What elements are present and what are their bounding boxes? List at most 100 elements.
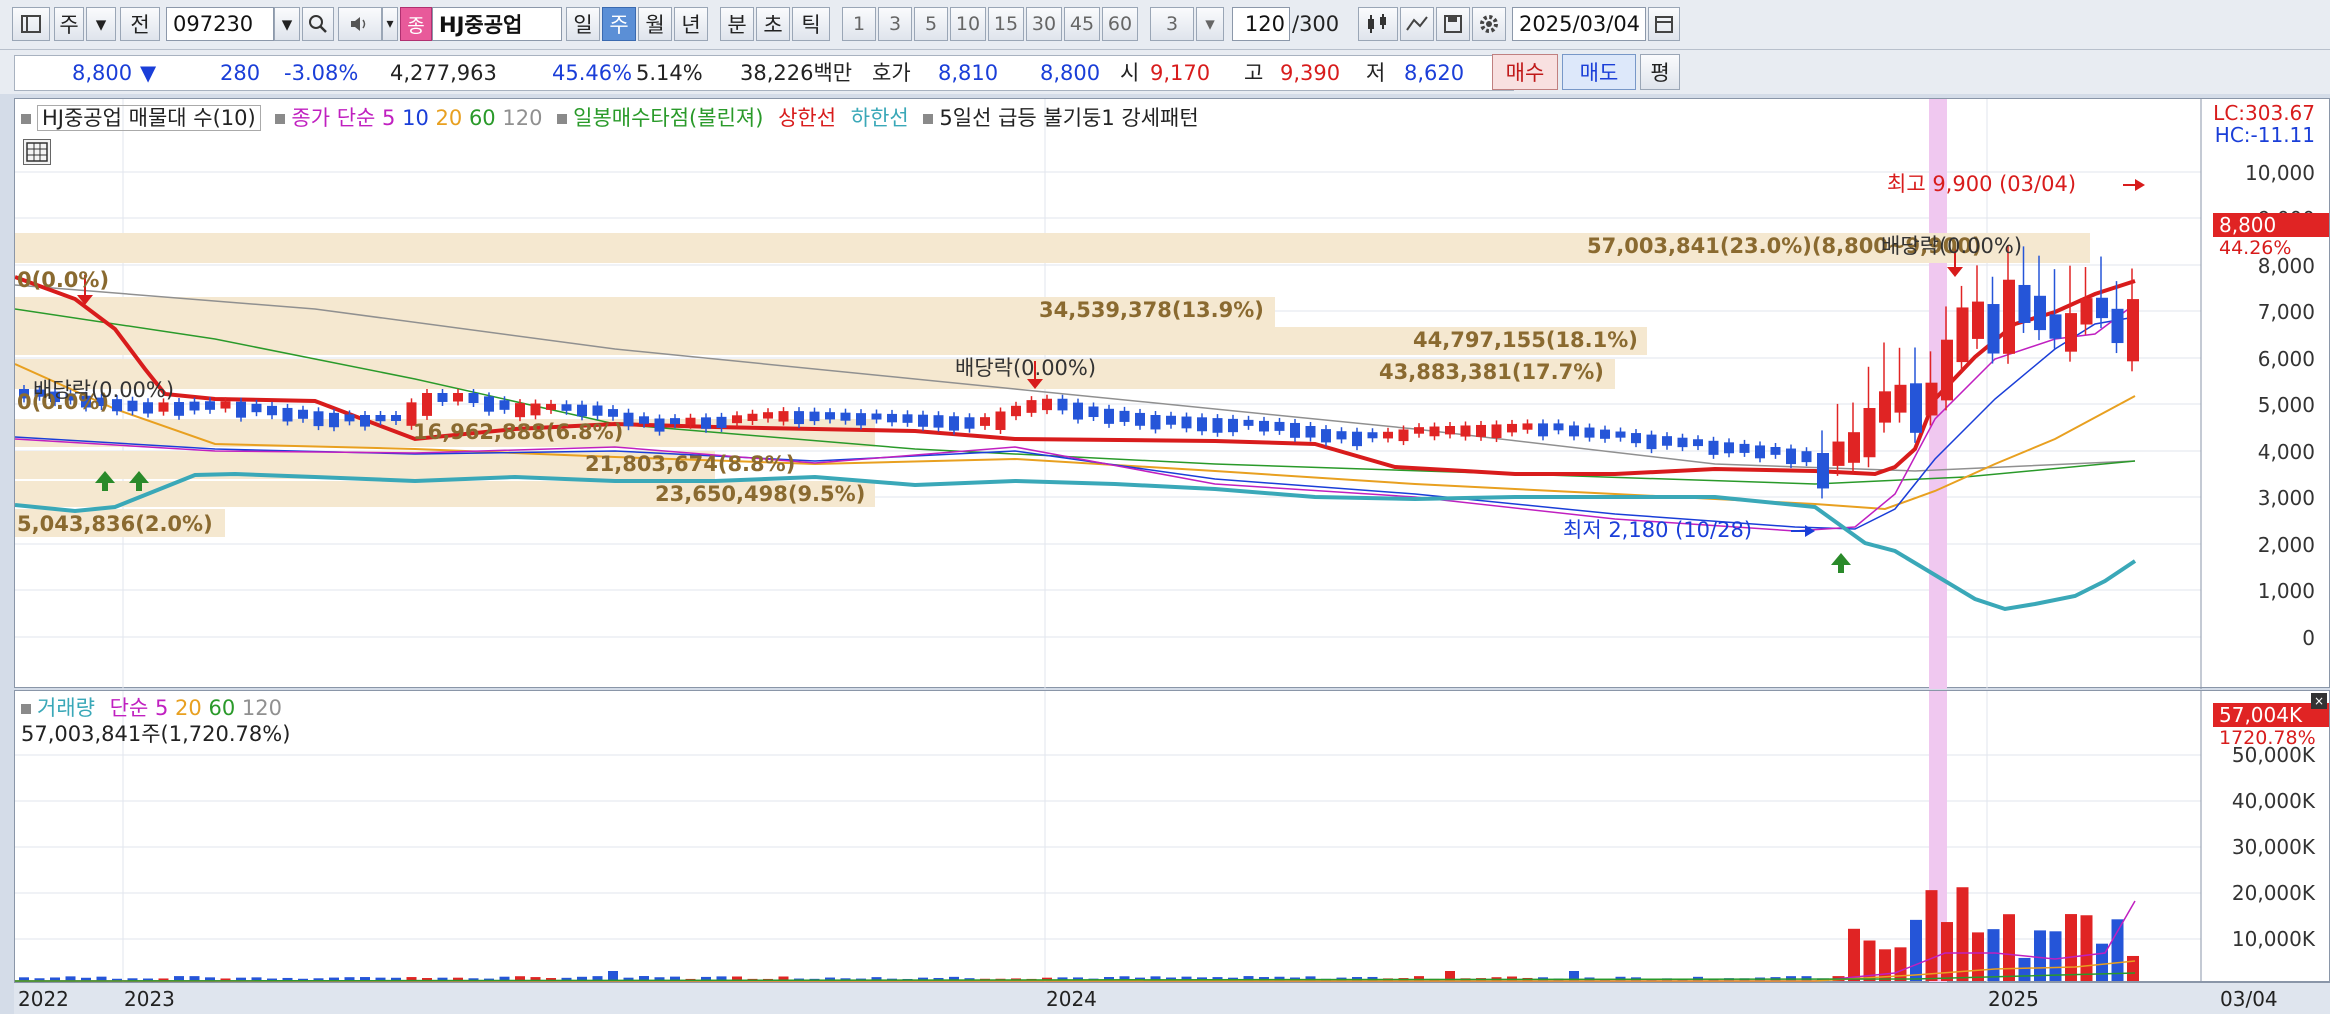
period-year-button[interactable]: 년 xyxy=(674,7,708,41)
gear-icon[interactable] xyxy=(1472,7,1506,41)
volume-chart-panel[interactable]: 거래량 단순 5 20 60 120 57,003,841주(1,720.78%… xyxy=(14,690,2330,983)
ma5-legend[interactable]: 5 xyxy=(382,106,395,130)
period-month-button[interactable]: 월 xyxy=(638,7,672,41)
candle-body xyxy=(871,413,882,420)
x-axis-label: 03/04 xyxy=(2220,987,2278,1011)
candle-body xyxy=(1786,448,1796,465)
volume-ma-label[interactable]: 단순 xyxy=(110,696,149,720)
profile-label: 23,650,498(9.5%) xyxy=(655,482,866,506)
buy-button[interactable]: 매수 xyxy=(1492,54,1558,90)
zero-label: 0(0.0%) xyxy=(17,268,110,292)
candle-body xyxy=(158,402,169,412)
pattern-legend[interactable]: 5일선 급등 불기둥1 강세패턴 xyxy=(939,106,1198,130)
candle-body xyxy=(1321,429,1331,443)
candle-body xyxy=(1584,427,1595,438)
close-icon[interactable]: × xyxy=(2311,693,2327,709)
interval-15-button[interactable]: 15 xyxy=(988,7,1024,41)
volume-ma120-legend[interactable]: 120 xyxy=(242,696,282,720)
candle-body xyxy=(1290,422,1300,438)
volume-chart-canvas[interactable] xyxy=(15,691,2330,983)
period-day-button[interactable]: 일 xyxy=(566,7,600,41)
lower-band-legend[interactable]: 하한선 xyxy=(851,106,909,130)
stock-code-input[interactable]: 097230 xyxy=(166,7,274,41)
chart-layout-icon[interactable] xyxy=(12,7,50,41)
ma120-legend[interactable]: 120 xyxy=(502,106,542,130)
ma-legend-label[interactable]: 종가 단순 xyxy=(291,106,375,130)
save-icon[interactable] xyxy=(1436,7,1470,41)
volume-ma60-legend[interactable]: 60 xyxy=(208,696,235,720)
volume-bar xyxy=(2034,930,2046,981)
candle-body xyxy=(267,405,277,416)
candle-body xyxy=(933,415,944,428)
candle-body xyxy=(422,393,432,416)
candle-body xyxy=(1414,427,1424,434)
upper-band-legend[interactable]: 상한선 xyxy=(778,106,836,130)
volume-title[interactable]: 거래량 xyxy=(37,696,95,720)
interval-10-button[interactable]: 10 xyxy=(950,7,986,41)
trend-tool-icon[interactable] xyxy=(1400,7,1434,41)
candle-body xyxy=(344,414,355,422)
interval-5-button[interactable]: 5 xyxy=(914,7,948,41)
period-week-button[interactable]: 주 xyxy=(602,7,636,41)
period-second-button[interactable]: 초 xyxy=(756,7,790,41)
chart-mode-label[interactable]: 주 xyxy=(54,7,84,41)
interval-45-button[interactable]: 45 xyxy=(1064,7,1100,41)
bollinger-legend[interactable]: 일봉매수타점(볼린져) xyxy=(573,106,763,130)
candle-body xyxy=(1677,437,1688,448)
candle-body xyxy=(825,412,835,420)
ma20-legend[interactable]: 20 xyxy=(436,106,463,130)
sell-button[interactable]: 매도 xyxy=(1562,54,1636,90)
volume-ma20-legend[interactable]: 20 xyxy=(175,696,202,720)
candle-body xyxy=(143,402,153,414)
interval-value-field[interactable]: 3 xyxy=(1150,7,1194,41)
price-chart-panel[interactable]: HJ중공업 매물대 수(10) 종가 단순 5 10 20 60 120 일봉매… xyxy=(14,98,2330,689)
price-axis-label: 5,000 xyxy=(2257,393,2315,417)
profile-bar xyxy=(15,327,1647,355)
mode-dropdown-icon[interactable]: ▾ xyxy=(86,7,116,41)
candle-body xyxy=(794,411,804,425)
candle-body xyxy=(1057,398,1068,411)
candle-body xyxy=(809,411,820,422)
volume-value: 4,277,963 xyxy=(390,61,497,85)
candle-body xyxy=(577,404,587,417)
volume-bar xyxy=(2049,931,2062,981)
bar-count-total: /300 xyxy=(1292,12,1340,36)
candle-body xyxy=(1693,439,1703,447)
calendar-icon[interactable] xyxy=(1648,7,1680,41)
speaker-icon[interactable] xyxy=(338,7,382,41)
stock-type-badge: 종 xyxy=(400,7,432,41)
evaluate-button[interactable]: 평 xyxy=(1640,54,1680,90)
period-minute-button[interactable]: 분 xyxy=(720,7,754,41)
bar-count-input[interactable]: 120 xyxy=(1232,7,1290,41)
interval-60-button[interactable]: 60 xyxy=(1102,7,1138,41)
chart-type-icon[interactable] xyxy=(1358,7,1398,41)
period-tick-button[interactable]: 틱 xyxy=(792,7,830,41)
interval-dropdown-icon[interactable]: ▾ xyxy=(1196,7,1224,41)
candle-body xyxy=(1755,445,1765,459)
candle-body xyxy=(1383,431,1393,439)
hc-label: HC:-11.11 xyxy=(2214,123,2315,147)
stock-name-field[interactable]: HJ중공업 xyxy=(432,7,562,41)
interval-3-button[interactable]: 3 xyxy=(878,7,912,41)
price-axis-label: 1,000 xyxy=(2257,579,2315,603)
profile-label: 16,962,888(6.8%) xyxy=(413,420,624,444)
interval-1-button[interactable]: 1 xyxy=(842,7,876,41)
volume-ma5-legend[interactable]: 5 xyxy=(155,696,168,720)
candle-body xyxy=(1832,441,1845,466)
search-icon[interactable] xyxy=(302,7,334,41)
candle-body xyxy=(1724,442,1734,454)
code-dropdown-icon[interactable]: ▾ xyxy=(274,7,300,41)
price-legend: HJ중공업 매물대 수(10) 종가 단순 5 10 20 60 120 일봉매… xyxy=(21,105,1199,131)
prev-button[interactable]: 전 xyxy=(120,7,160,41)
table-toggle-icon[interactable] xyxy=(23,139,51,165)
candle-body xyxy=(732,415,742,424)
candle-body xyxy=(1429,426,1440,437)
interval-30-button[interactable]: 30 xyxy=(1026,7,1062,41)
date-input[interactable]: 2025/03/04 xyxy=(1512,7,1646,41)
ma10-legend[interactable]: 10 xyxy=(402,106,429,130)
speaker-dropdown-icon[interactable]: ▾ xyxy=(382,7,398,41)
ma60-legend[interactable]: 60 xyxy=(469,106,496,130)
volume-profile-legend[interactable]: HJ중공업 매물대 수(10) xyxy=(37,105,261,131)
price-change-pct: -3.08% xyxy=(284,61,359,85)
candle-body xyxy=(623,412,634,427)
